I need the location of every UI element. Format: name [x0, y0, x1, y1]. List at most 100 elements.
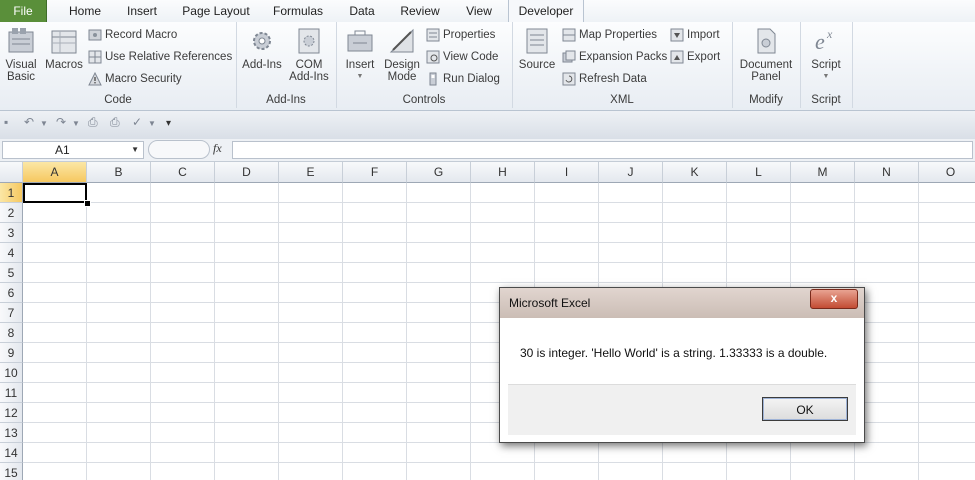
- column-header-e[interactable]: E: [279, 162, 343, 183]
- column-header-a[interactable]: A: [23, 162, 87, 183]
- view-code-button[interactable]: View Code: [426, 47, 498, 67]
- column-header-o[interactable]: O: [919, 162, 975, 183]
- use-relative-references-button[interactable]: Use Relative References: [88, 47, 232, 67]
- visual-basic-button[interactable]: Visual Basic: [2, 26, 40, 83]
- tab-home[interactable]: Home: [58, 0, 112, 22]
- dialog-title-bar[interactable]: Microsoft Excel x: [500, 288, 864, 318]
- undo-icon[interactable]: ↶: [24, 115, 34, 129]
- active-cell-a1[interactable]: [23, 183, 87, 203]
- column-header-h[interactable]: H: [471, 162, 535, 183]
- tab-view[interactable]: View: [456, 0, 502, 22]
- customize-qat-icon[interactable]: ▾: [166, 118, 171, 129]
- document-panel-button[interactable]: Document Panel: [736, 26, 796, 83]
- svg-text:e: e: [815, 29, 825, 54]
- row-header-6[interactable]: 6: [0, 283, 23, 303]
- undo-dropdown-icon[interactable]: ▼: [40, 119, 48, 128]
- row-header-8[interactable]: 8: [0, 323, 23, 343]
- column-header-n[interactable]: N: [855, 162, 919, 183]
- column-header-g[interactable]: G: [407, 162, 471, 183]
- print-preview-icon[interactable]: ⎙: [88, 115, 98, 130]
- ok-button[interactable]: OK: [762, 397, 848, 421]
- run-dialog-icon: [429, 72, 437, 86]
- row-header-14[interactable]: 14: [0, 443, 23, 463]
- add-ins-button[interactable]: Add-Ins: [240, 26, 284, 71]
- row-header-7[interactable]: 7: [0, 303, 23, 323]
- macro-security-button[interactable]: Macro Security: [88, 69, 182, 89]
- tab-review[interactable]: Review: [392, 0, 448, 22]
- column-header-f[interactable]: F: [343, 162, 407, 183]
- script-button[interactable]: ex Script ▼: [804, 26, 848, 83]
- column-header-l[interactable]: L: [727, 162, 791, 183]
- row-header-4[interactable]: 4: [0, 243, 23, 263]
- redo-dropdown-icon[interactable]: ▼: [72, 119, 80, 128]
- tab-page-layout[interactable]: Page Layout: [175, 0, 257, 22]
- group-controls-label: Controls: [402, 94, 446, 106]
- formula-input[interactable]: [232, 141, 973, 159]
- gridline: [918, 183, 919, 480]
- properties-button[interactable]: Properties: [426, 25, 495, 45]
- tab-developer[interactable]: Developer: [508, 0, 584, 23]
- gridline: [470, 183, 471, 480]
- spelling-dropdown-icon[interactable]: ▼: [148, 119, 156, 128]
- save-icon[interactable]: ▪: [4, 115, 8, 129]
- fill-handle[interactable]: [84, 200, 91, 207]
- toolbox-icon: [347, 30, 373, 52]
- row-header-5[interactable]: 5: [0, 263, 23, 283]
- source-button[interactable]: Source: [516, 26, 558, 71]
- run-dialog-button[interactable]: Run Dialog: [426, 69, 500, 89]
- row-header-15[interactable]: 15: [0, 463, 23, 480]
- insert-function-icon[interactable]: fx: [213, 141, 222, 156]
- quick-print-icon[interactable]: ⎙: [110, 115, 120, 130]
- macros-label: Macros: [45, 59, 83, 71]
- tab-file[interactable]: File: [0, 0, 47, 22]
- chevron-down-icon: ▼: [356, 73, 364, 80]
- gridline: [406, 183, 407, 480]
- tab-formulas[interactable]: Formulas: [266, 0, 330, 22]
- refresh-data-button[interactable]: Refresh Data: [562, 69, 647, 89]
- column-header-j[interactable]: J: [599, 162, 663, 183]
- row-header-13[interactable]: 13: [0, 423, 23, 443]
- script-icon: ex: [815, 27, 833, 54]
- spelling-icon[interactable]: ✓: [132, 115, 142, 129]
- row-header-3[interactable]: 3: [0, 223, 23, 243]
- select-all-corner[interactable]: [0, 162, 23, 183]
- insert-control-button[interactable]: Insert ▼: [340, 26, 380, 83]
- source-icon: [526, 28, 548, 54]
- gridline: [23, 262, 975, 263]
- properties-label: Properties: [443, 29, 496, 41]
- export-button[interactable]: Export: [670, 47, 720, 67]
- row-header-10[interactable]: 10: [0, 363, 23, 383]
- view-code-icon: [426, 50, 440, 64]
- design-mode-button[interactable]: Design Mode: [380, 26, 424, 83]
- row-header-11[interactable]: 11: [0, 383, 23, 403]
- group-add-ins-label: Add-Ins: [266, 94, 306, 106]
- map-properties-button[interactable]: Map Properties: [562, 25, 657, 45]
- row-header-9[interactable]: 9: [0, 343, 23, 363]
- column-header-k[interactable]: K: [663, 162, 727, 183]
- name-box[interactable]: A1 ▼: [2, 141, 144, 159]
- chevron-down-icon: ▼: [822, 73, 830, 80]
- row-header-1[interactable]: 1: [0, 183, 23, 203]
- design-mode-icon: [389, 28, 414, 53]
- row-header-2[interactable]: 2: [0, 203, 23, 223]
- gridline: [23, 222, 975, 223]
- redo-icon[interactable]: ↷: [56, 115, 66, 129]
- column-header-b[interactable]: B: [87, 162, 151, 183]
- tab-data[interactable]: Data: [338, 0, 386, 22]
- group-xml: Source Map Properties Expansion Packs Re…: [512, 22, 733, 108]
- column-header-i[interactable]: I: [535, 162, 599, 183]
- chevron-down-icon[interactable]: ▼: [131, 142, 139, 158]
- column-header-m[interactable]: M: [791, 162, 855, 183]
- macros-button[interactable]: Macros: [42, 26, 86, 71]
- close-button[interactable]: x: [810, 289, 858, 309]
- tab-insert[interactable]: Insert: [118, 0, 166, 22]
- record-macro-button[interactable]: Record Macro: [88, 25, 177, 45]
- source-label: Source: [518, 59, 556, 71]
- com-add-ins-button[interactable]: COM Add-Ins: [286, 26, 332, 83]
- row-header-12[interactable]: 12: [0, 403, 23, 423]
- map-properties-icon: [562, 28, 576, 42]
- column-header-c[interactable]: C: [151, 162, 215, 183]
- column-header-d[interactable]: D: [215, 162, 279, 183]
- import-button[interactable]: Import: [670, 25, 720, 45]
- expansion-packs-button[interactable]: Expansion Packs: [562, 47, 667, 67]
